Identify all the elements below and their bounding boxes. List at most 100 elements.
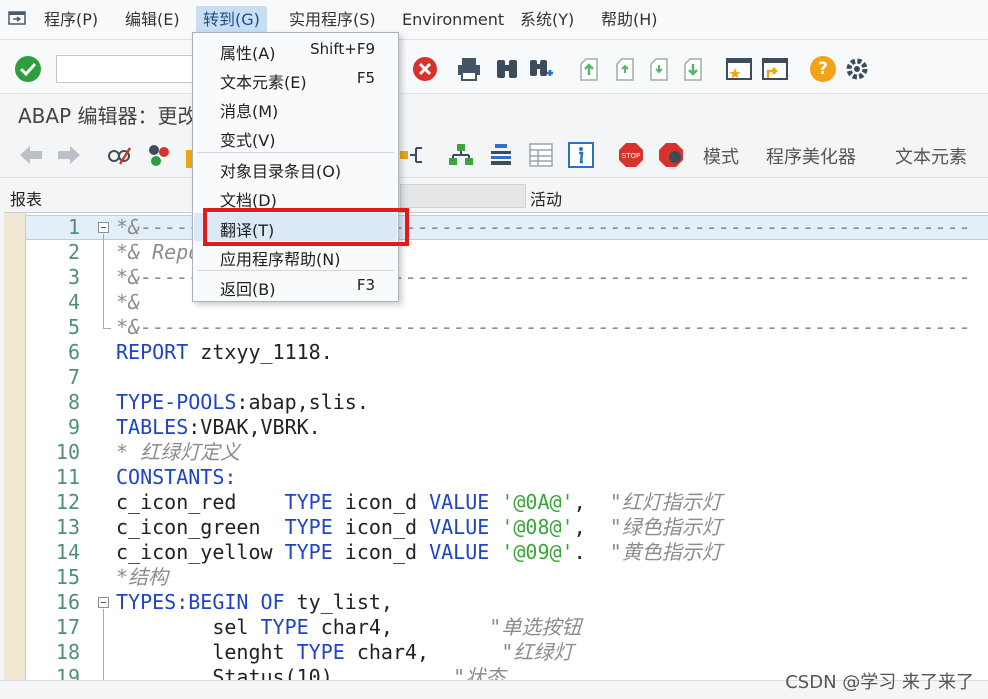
menu-item-documentation[interactable]: 文档(D)	[194, 183, 397, 211]
watermark: CSDN @学习 来了来了	[785, 672, 974, 693]
line-number: 17	[55, 615, 80, 639]
hierarchy-icon[interactable]	[400, 142, 426, 168]
active-inactive-icon[interactable]	[146, 142, 172, 168]
code-line[interactable]: 13 c_icon_green TYPE icon_d VALUE '@08@',…	[26, 515, 988, 540]
menu-bar: 程序(P) 编辑(E) 转到(G) 实用程序(S) Environment 系统…	[0, 0, 988, 40]
code-line[interactable]: 4 *&	[26, 290, 988, 315]
find-icon[interactable]	[494, 56, 520, 82]
code-line[interactable]: 3 *&-------------------------------------…	[26, 265, 988, 290]
code-text: TYPE-POOLS:abap,slis.	[116, 390, 369, 415]
command-field[interactable]	[56, 55, 196, 83]
display-change-icon[interactable]	[106, 142, 132, 168]
keyword-token: VALUE	[429, 490, 490, 514]
code-line[interactable]: 18 lenght TYPE char4, "红绿灯	[26, 640, 988, 665]
customize-layout-icon[interactable]	[844, 56, 870, 82]
editor-gutter	[4, 213, 26, 681]
menu-program[interactable]: 程序(P)	[37, 6, 105, 34]
code-text: *&--------------------------------------…	[116, 315, 971, 340]
next-page-icon[interactable]	[646, 56, 672, 82]
goto-dropdown-menu: 属性(A) Shift+F9 文本元素(E) F5 消息(M) 变式(V) 对象…	[192, 32, 399, 302]
code-token: ,	[573, 490, 610, 514]
code-line[interactable]: 2*& Report ZTXYY_1118	[26, 240, 988, 265]
session-breakpoint-icon[interactable]	[658, 142, 684, 168]
menu-item-object-directory-entry[interactable]: 对象目录条目(O)	[194, 154, 397, 182]
code-text: *&	[116, 290, 140, 315]
keyword-token: VALUE	[429, 540, 490, 564]
first-page-icon[interactable]	[576, 56, 602, 82]
code-editor[interactable]: 1 *&-------------------------------------…	[4, 212, 988, 689]
keyword-token: OF	[260, 590, 285, 614]
keyword-token: TYPE	[260, 615, 309, 639]
back-arrow-icon[interactable]	[18, 142, 44, 168]
code-token: c_icon_yellow	[116, 540, 285, 564]
code-line[interactable]: 15 *结构	[26, 565, 988, 590]
comment-token: *&--------------------------------------…	[116, 315, 971, 339]
code-text: c_icon_green TYPE icon_d VALUE '@08@', "…	[116, 515, 722, 540]
menu-goto[interactable]: 转到(G)	[196, 6, 267, 34]
menu-edit[interactable]: 编辑(E)	[118, 6, 187, 34]
code-token: .	[573, 540, 610, 564]
code-line[interactable]: 16 TYPES:BEGIN OF ty_list,	[26, 590, 988, 615]
code-line[interactable]: 6 REPORT ztxyy_1118.	[26, 340, 988, 365]
text-elements-button[interactable]: 文本元素	[895, 143, 967, 169]
forward-arrow-icon[interactable]	[56, 142, 82, 168]
cancel-icon[interactable]	[412, 56, 438, 82]
system-menu-icon[interactable]	[8, 10, 28, 28]
string-token: '@08@'	[501, 515, 574, 539]
code-text: c_icon_yellow TYPE icon_d VALUE '@09@'. …	[116, 540, 722, 565]
comment-token: "红绿灯	[501, 640, 574, 664]
menu-item-text-elements[interactable]: 文本元素(E) F5	[194, 65, 397, 93]
comment-token: "红灯指示灯	[609, 490, 722, 514]
breakpoint-icon[interactable]: STOP	[618, 142, 644, 168]
code-line[interactable]: 5 *&-------------------------------------…	[26, 315, 988, 340]
menu-system[interactable]: 系统(Y)	[513, 6, 581, 34]
line-number: 13	[55, 515, 80, 539]
code-line[interactable]: 9 TABLES:VBAK,VBRK.	[26, 415, 988, 440]
code-token: icon_d	[332, 490, 430, 514]
line-number: 8	[67, 390, 80, 414]
code-line[interactable]: 17 sel TYPE char4, "单选按钮	[26, 615, 988, 640]
confirm-icon[interactable]	[15, 56, 41, 82]
pattern-button[interactable]: 模式	[703, 143, 739, 169]
code-text: lenght TYPE char4, "红绿灯	[116, 640, 573, 665]
create-session-icon[interactable]	[726, 56, 752, 82]
code-token: sel	[116, 615, 261, 639]
code-text: *结构	[116, 565, 168, 590]
menu-item-application-help[interactable]: 应用程序帮助(N)	[194, 242, 397, 270]
code-line[interactable]: 1 *&-------------------------------------…	[26, 215, 988, 240]
menu-help[interactable]: 帮助(H)	[594, 6, 665, 34]
info-table-icon[interactable]	[528, 142, 554, 168]
print-icon[interactable]	[456, 56, 482, 82]
comment-token: *结构	[116, 565, 169, 589]
keyword-token: REPORT	[116, 340, 189, 364]
pretty-printer-button[interactable]: 程序美化器	[766, 143, 856, 169]
keyword-token: CONSTANTS:	[116, 465, 237, 489]
code-token: char4,	[344, 640, 502, 664]
keyword-token: VALUE	[429, 515, 490, 539]
code-line[interactable]: 12 c_icon_red TYPE icon_d VALUE '@0A@', "…	[26, 490, 988, 515]
find-next-icon[interactable]	[528, 56, 554, 82]
comment-token: "绿色指示灯	[609, 515, 722, 539]
keyword-token: TABLES	[116, 415, 189, 439]
info-icon[interactable]	[568, 142, 594, 168]
code-line[interactable]: 8 TYPE-POOLS:abap,slis.	[26, 390, 988, 415]
code-token: ztxyy_1118.	[188, 340, 333, 364]
code-line[interactable]: 14 c_icon_yellow TYPE icon_d VALUE '@09@'…	[26, 540, 988, 565]
svg-text:STOP: STOP	[622, 152, 640, 160]
menu-item-back[interactable]: 返回(B) F3	[194, 272, 397, 300]
code-line[interactable]: 10 * 红绿灯定义	[26, 440, 988, 465]
generate-shortcut-icon[interactable]	[762, 56, 788, 82]
last-page-icon[interactable]	[680, 56, 706, 82]
menu-item-attributes[interactable]: 属性(A) Shift+F9	[194, 36, 397, 64]
previous-page-icon[interactable]	[612, 56, 638, 82]
code-line[interactable]: 7	[26, 365, 988, 390]
menu-item-messages[interactable]: 消息(M)	[194, 94, 397, 122]
help-icon[interactable]: ?	[810, 56, 836, 82]
code-line[interactable]: 11 CONSTANTS:	[26, 465, 988, 490]
menu-environment[interactable]: Environment	[395, 6, 511, 34]
menu-utilities[interactable]: 实用程序(S)	[282, 6, 383, 34]
menu-item-variants[interactable]: 变式(V)	[194, 123, 397, 151]
stack-icon[interactable]	[448, 142, 474, 168]
layout-icon[interactable]	[488, 142, 514, 168]
line-number: 7	[67, 365, 80, 389]
